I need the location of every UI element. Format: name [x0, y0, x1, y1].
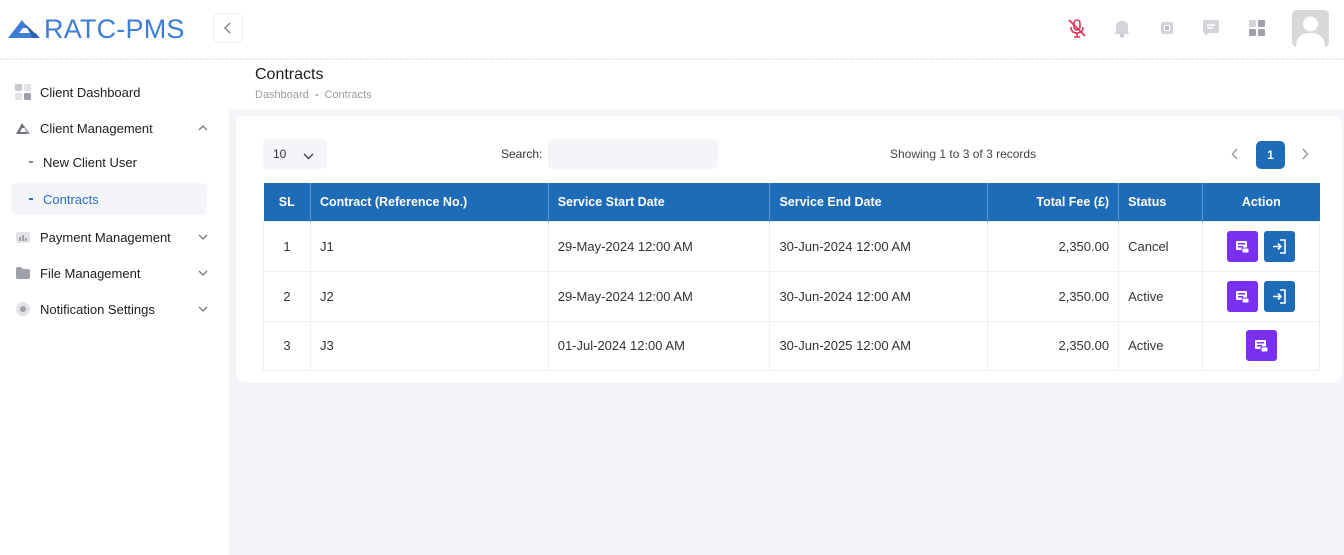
table-header-row: SL Contract (Reference No.) Service Star…	[263, 183, 1320, 221]
pagination-page-1[interactable]: 1	[1256, 141, 1285, 169]
sidebar-collapse-button[interactable]	[213, 13, 243, 43]
chevron-down-icon	[197, 303, 209, 315]
breadcrumb-current: Contracts	[324, 89, 372, 101]
invoice-icon	[1254, 340, 1269, 353]
column-header-total-fee[interactable]: Total Fee (£)	[987, 183, 1120, 221]
cell-end-date: 30-Jun-2024 12:00 AM	[769, 220, 989, 272]
cell-actions	[1202, 320, 1320, 371]
breadcrumb-dashboard-link[interactable]: Dashboard	[255, 89, 309, 101]
view-invoice-button[interactable]	[1227, 230, 1259, 262]
chip-icon[interactable]	[1155, 16, 1179, 40]
column-header-end-date[interactable]: Service End Date	[769, 183, 989, 221]
sidebar-item-payment-management[interactable]: Payment Management	[0, 220, 229, 254]
sidebar-item-label: File Management	[40, 265, 141, 281]
sidebar-item-file-management[interactable]: File Management	[0, 256, 229, 290]
sidebar-item-label: Client Dashboard	[40, 84, 141, 100]
records-info: Showing 1 to 3 of 3 records	[890, 147, 1037, 161]
sign-in-icon	[1272, 238, 1286, 254]
sidebar-item-label: Client Management	[40, 120, 153, 136]
cell-end-date: 30-Jun-2025 12:00 AM	[769, 320, 989, 371]
pagination-prev-button[interactable]	[1224, 142, 1246, 166]
mic-muted-icon[interactable]	[1065, 16, 1089, 40]
bullet-icon	[29, 161, 33, 163]
pagination-next-button[interactable]	[1294, 142, 1316, 166]
sidebar-item-label: Notification Settings	[40, 301, 155, 317]
cell-start-date: 29-May-2024 12:00 AM	[547, 220, 771, 272]
view-invoice-button[interactable]	[1245, 330, 1277, 361]
cell-actions	[1202, 220, 1320, 272]
settings-icon	[15, 301, 31, 317]
sign-in-contract-button[interactable]	[1263, 280, 1295, 312]
search-input[interactable]	[548, 139, 718, 169]
triangle-logo-icon	[15, 120, 31, 136]
top-bar: RATC-PMS	[0, 0, 1344, 59]
cell-status: Active	[1118, 270, 1204, 322]
table-row: 2 J2 29-May-2024 12:00 AM 30-Jun-2024 12…	[263, 270, 1320, 322]
message-icon[interactable]	[1199, 16, 1223, 40]
cell-actions	[1202, 270, 1320, 322]
cell-start-date: 01-Jul-2024 12:00 AM	[547, 320, 771, 371]
bell-icon[interactable]	[1110, 16, 1134, 40]
sign-in-contract-button[interactable]	[1263, 230, 1295, 262]
brand-triangle-icon	[8, 20, 40, 38]
user-silhouette-icon	[1292, 10, 1329, 47]
chevron-down-icon	[197, 267, 209, 279]
cell-contract-ref: J3	[309, 320, 549, 371]
chevron-left-icon	[223, 22, 231, 34]
cell-total-fee: 2,350.00	[987, 270, 1120, 322]
folder-icon	[15, 265, 31, 281]
wallet-icon	[15, 229, 31, 245]
chevron-down-icon	[197, 231, 209, 243]
sidebar-subitem-label: Contracts	[43, 191, 99, 207]
sidebar-subitem-contracts[interactable]: Contracts	[11, 183, 207, 215]
invoice-icon	[1236, 240, 1250, 253]
apps-grid-icon[interactable]	[1245, 16, 1269, 40]
chevron-left-icon	[1231, 148, 1238, 160]
brand-logo[interactable]: RATC-PMS	[6, 12, 185, 46]
cell-contract-ref: J2	[309, 270, 549, 322]
brand-name: RATC-PMS	[44, 13, 185, 44]
cell-end-date: 30-Jun-2024 12:00 AM	[769, 270, 989, 322]
page-length-select[interactable]: 10	[263, 139, 327, 169]
sidebar-item-label: Payment Management	[40, 229, 171, 245]
search-label: Search:	[501, 147, 543, 161]
chevron-down-icon	[303, 149, 314, 163]
cell-total-fee: 2,350.00	[987, 220, 1120, 272]
sign-in-icon	[1272, 288, 1286, 304]
user-avatar[interactable]	[1292, 10, 1329, 47]
cell-total-fee: 2,350.00	[987, 320, 1120, 371]
table-row: 3 J3 01-Jul-2024 12:00 AM 30-Jun-2025 12…	[263, 320, 1320, 371]
sidebar: Client Dashboard Client Management New C…	[0, 60, 229, 555]
cell-sl: 1	[263, 220, 311, 272]
cell-sl: 3	[263, 320, 311, 371]
sidebar-subitem-new-client-user[interactable]: New Client User	[11, 146, 207, 178]
sidebar-item-client-management[interactable]: Client Management	[0, 111, 229, 145]
cell-status: Active	[1118, 320, 1204, 371]
bullet-icon	[29, 198, 33, 200]
chevron-up-icon	[197, 122, 209, 134]
breadcrumb: Dashboard - Contracts	[255, 89, 372, 101]
column-header-status[interactable]: Status	[1118, 183, 1204, 221]
sidebar-subitem-label: New Client User	[43, 154, 137, 170]
page-length-value: 10	[273, 147, 287, 161]
grid-icon	[15, 84, 31, 100]
invoice-icon	[1236, 290, 1250, 303]
sidebar-item-notification-settings[interactable]: Notification Settings	[0, 292, 229, 326]
cell-sl: 2	[263, 270, 311, 322]
page-header: Contracts Dashboard - Contracts	[229, 60, 1344, 109]
page-title: Contracts	[255, 66, 324, 83]
cell-contract-ref: J1	[309, 220, 549, 272]
chevron-right-icon	[1302, 148, 1309, 160]
column-header-action: Action	[1202, 183, 1320, 221]
column-header-sl[interactable]: SL	[263, 183, 311, 221]
cell-status: Cancel	[1118, 220, 1204, 272]
cell-start-date: 29-May-2024 12:00 AM	[547, 270, 771, 322]
contracts-table: SL Contract (Reference No.) Service Star…	[263, 183, 1320, 371]
column-header-contract[interactable]: Contract (Reference No.)	[310, 183, 549, 221]
table-row: 1 J1 29-May-2024 12:00 AM 30-Jun-2024 12…	[263, 220, 1320, 272]
view-invoice-button[interactable]	[1227, 280, 1259, 312]
sidebar-item-client-dashboard[interactable]: Client Dashboard	[0, 75, 229, 109]
column-header-start-date[interactable]: Service Start Date	[548, 183, 771, 221]
breadcrumb-separator: -	[314, 89, 319, 101]
